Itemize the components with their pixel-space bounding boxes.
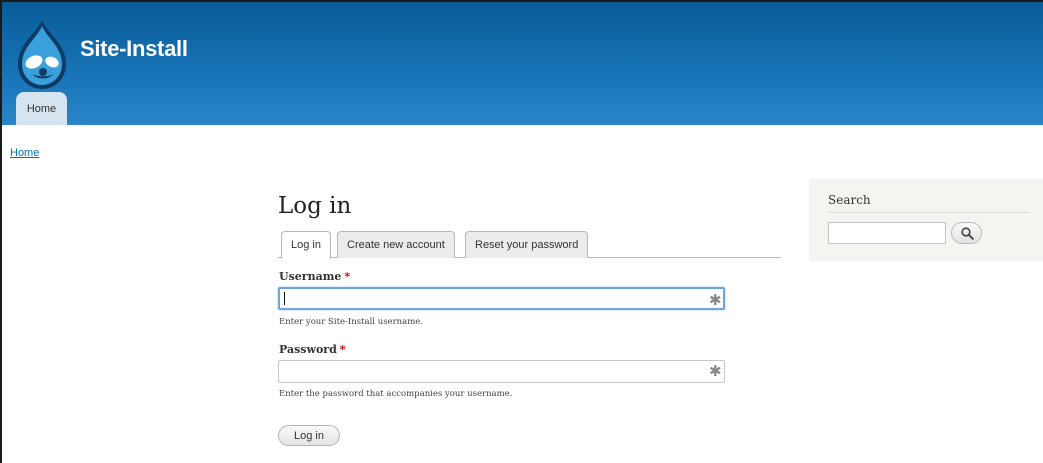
password-required-mark: * bbox=[339, 343, 346, 356]
search-button[interactable] bbox=[951, 222, 982, 244]
tab-home[interactable]: Home bbox=[16, 92, 67, 125]
tab-log-in[interactable]: Log in bbox=[281, 231, 331, 259]
site-header: Site-Install Home bbox=[2, 2, 1043, 125]
search-block-title: Search bbox=[828, 193, 871, 207]
username-required-mark: * bbox=[344, 270, 351, 283]
password-label: Password * bbox=[279, 343, 346, 356]
required-asterisk-icon: ✱ bbox=[709, 292, 722, 309]
username-input[interactable] bbox=[278, 287, 725, 310]
magnifier-icon bbox=[961, 227, 974, 240]
password-description: Enter the password that accompanies your… bbox=[279, 389, 513, 399]
site-name[interactable]: Site-Install bbox=[80, 36, 188, 62]
required-asterisk-icon: ✱ bbox=[709, 363, 722, 380]
tab-create-account[interactable]: Create new account bbox=[337, 231, 455, 258]
tab-reset-password[interactable]: Reset your password bbox=[465, 231, 589, 258]
breadcrumb-home-link[interactable]: Home bbox=[10, 147, 39, 159]
search-block-divider bbox=[828, 212, 1030, 213]
drupal-drop-icon[interactable] bbox=[14, 18, 70, 92]
text-cursor bbox=[284, 292, 285, 305]
page-title: Log in bbox=[278, 193, 352, 219]
username-description: Enter your Site-Install username. bbox=[279, 317, 423, 327]
username-label: Username * bbox=[279, 270, 350, 283]
username-label-text: Username bbox=[279, 270, 342, 283]
log-in-button[interactable]: Log in bbox=[278, 425, 340, 446]
search-block: Search bbox=[809, 179, 1043, 261]
search-input[interactable] bbox=[828, 222, 946, 244]
password-input[interactable] bbox=[278, 360, 725, 383]
password-label-text: Password bbox=[279, 343, 337, 356]
